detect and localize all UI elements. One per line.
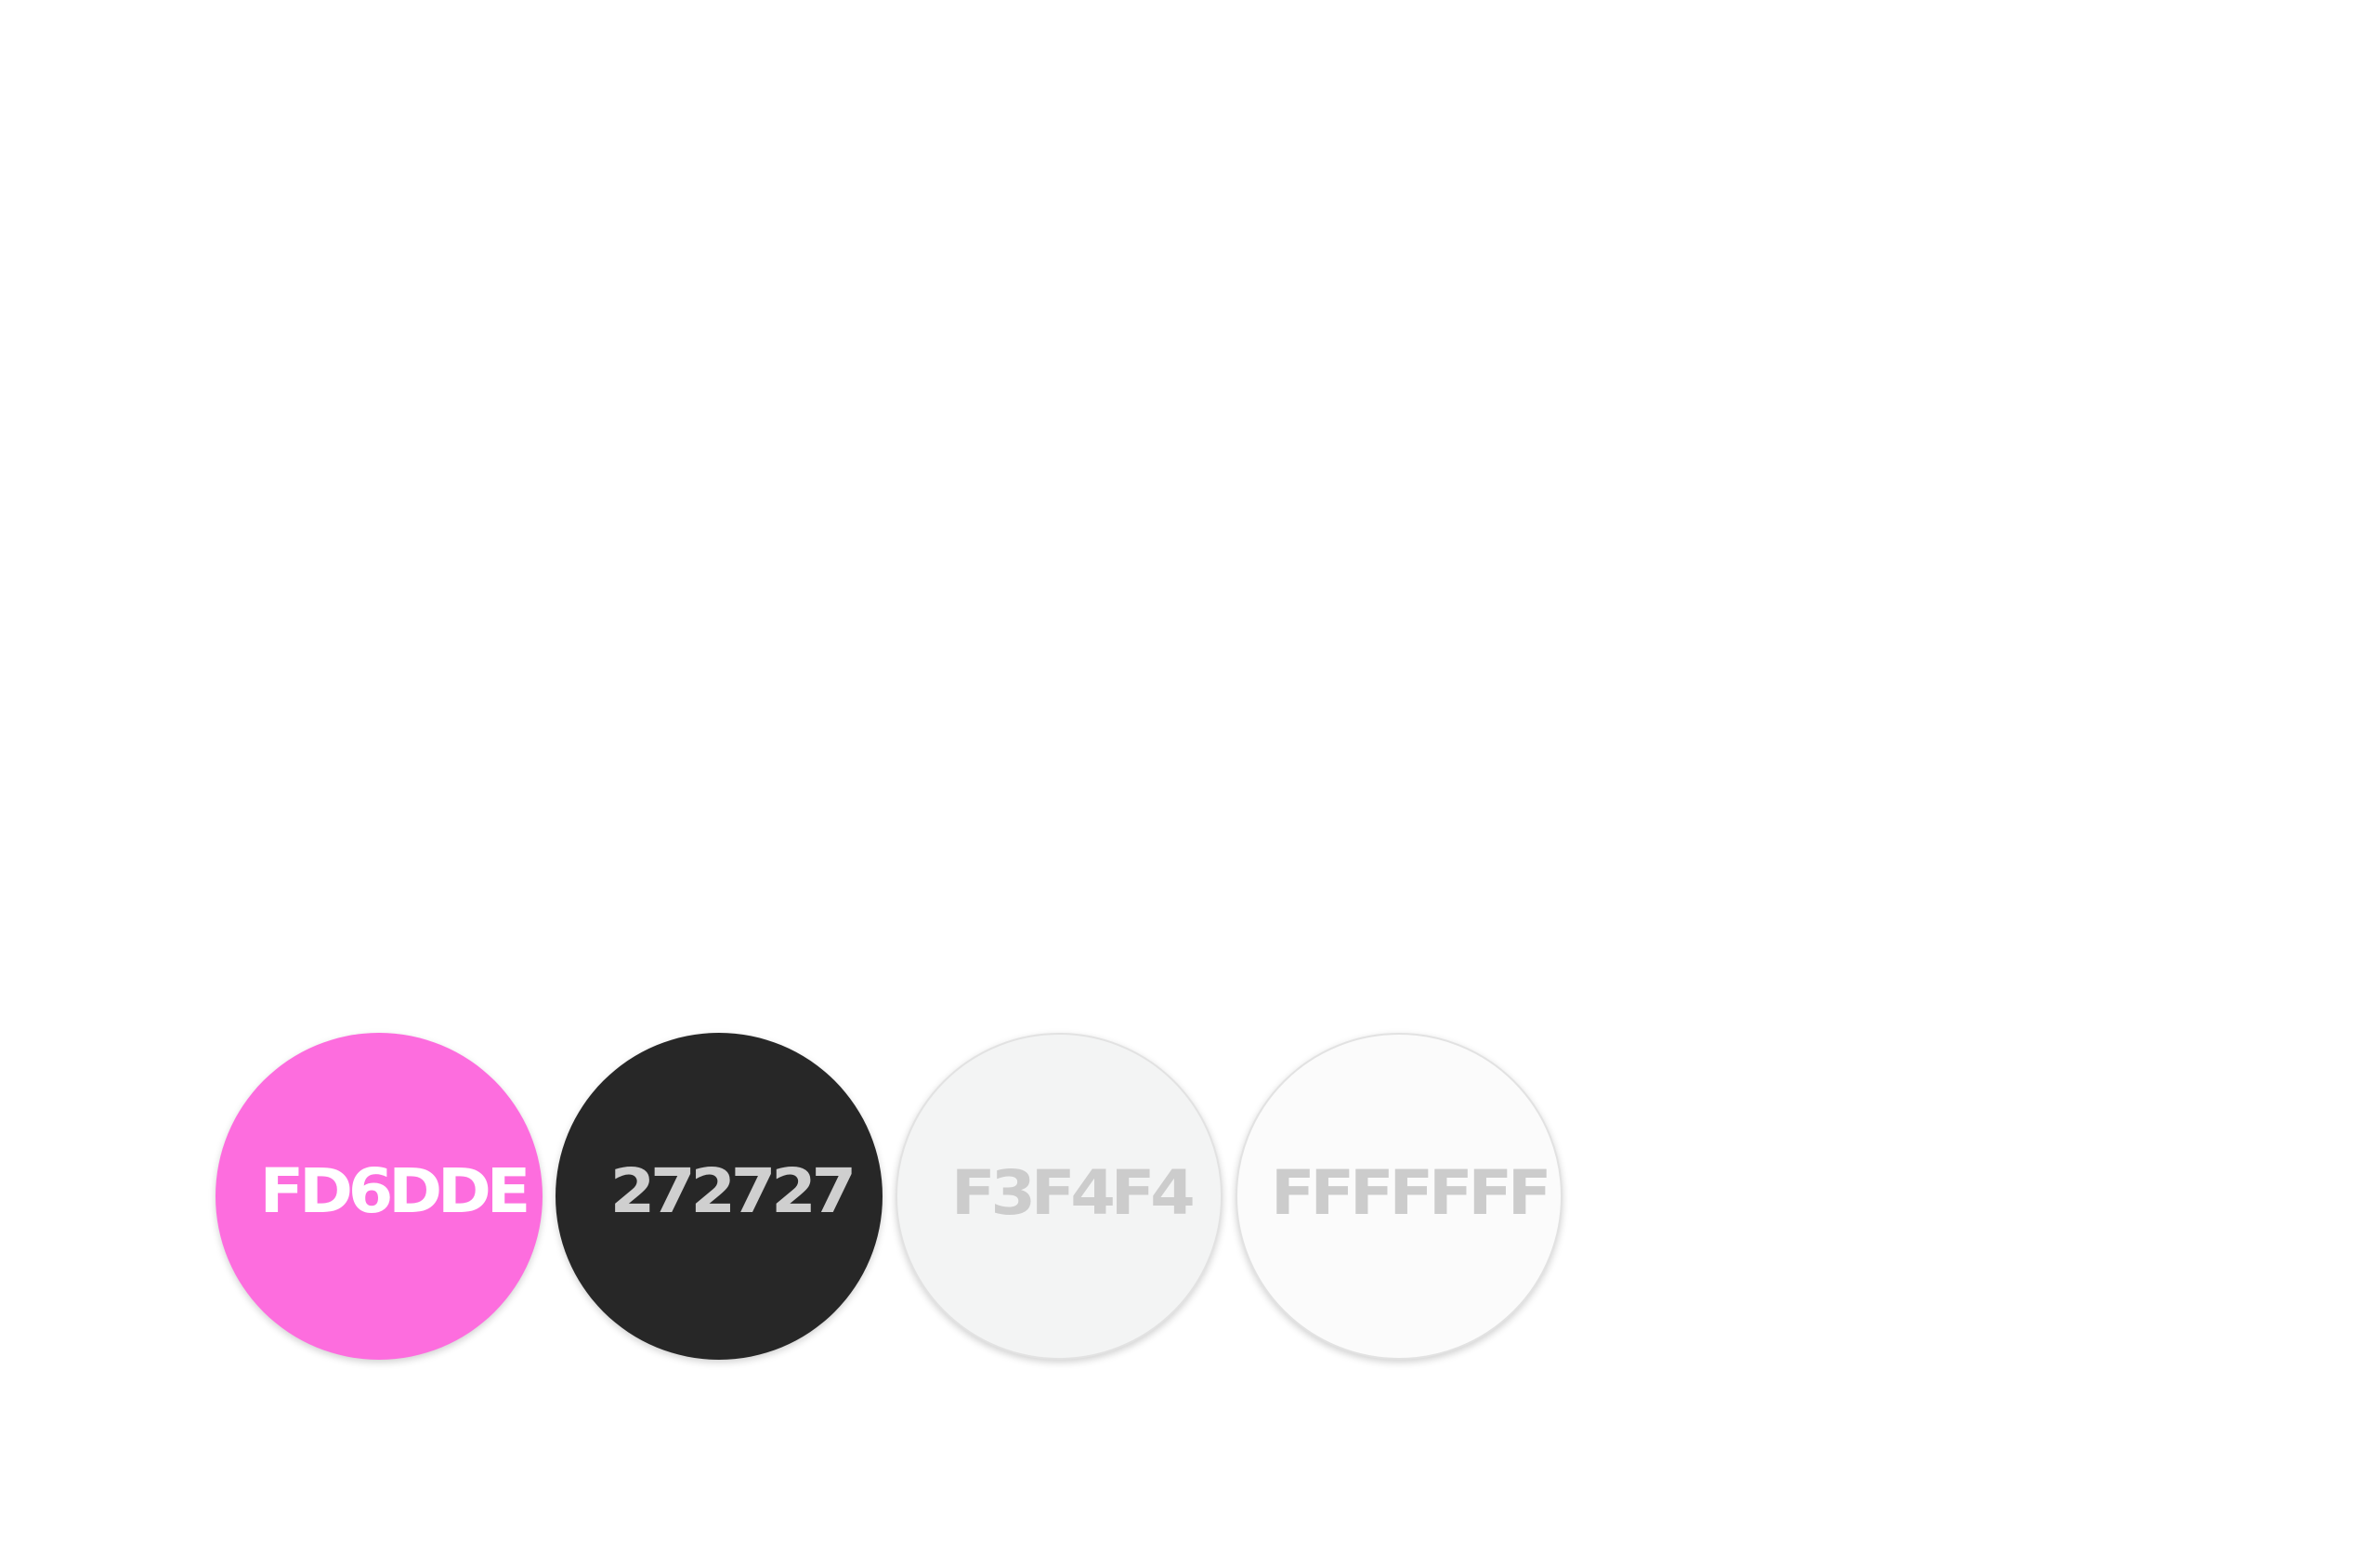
hex-code-label: FFFFFFF [1270, 1157, 1552, 1229]
color-swatch-pink: FD6DDE [216, 1033, 543, 1360]
color-palette: FD6DDE 272727 F3F4F4 FFFFFFF [216, 1033, 1563, 1360]
color-swatch-white: FFFFFFF [1236, 1033, 1563, 1360]
hex-code-label: 272727 [609, 1155, 857, 1227]
hex-code-label: FD6DDE [259, 1155, 530, 1227]
color-swatch-light-gray: F3F4F4 [896, 1033, 1223, 1360]
color-swatch-dark-gray: 272727 [556, 1033, 883, 1360]
hex-code-label: F3F4F4 [950, 1157, 1196, 1229]
